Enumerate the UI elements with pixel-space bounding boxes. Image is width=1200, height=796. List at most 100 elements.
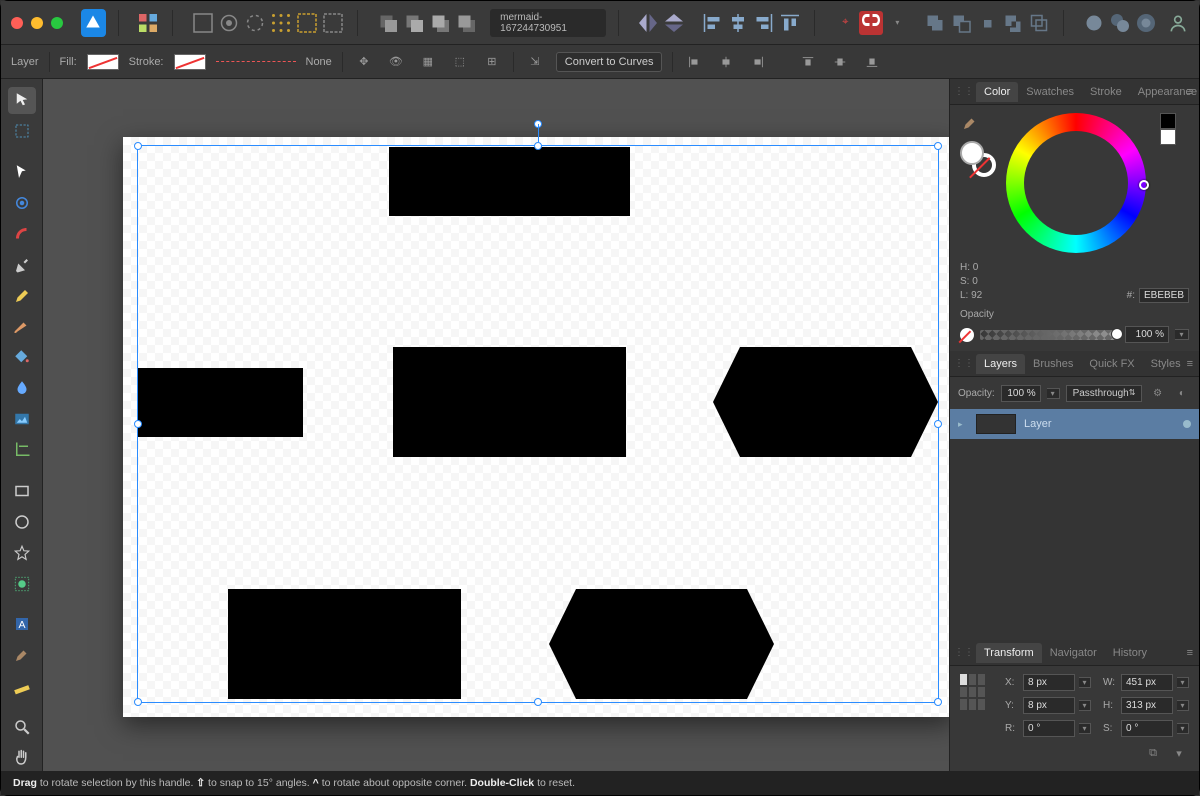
- sl-handle[interactable]: [1044, 207, 1054, 217]
- s-stepper-icon[interactable]: ▾: [1177, 723, 1189, 734]
- show-alignment-icon[interactable]: ⊞: [481, 51, 503, 73]
- align-right-icon[interactable]: [752, 11, 776, 35]
- opacity-input[interactable]: [1125, 326, 1169, 343]
- layer-settings-icon[interactable]: ⚙: [1148, 383, 1166, 403]
- persona-switch-icon[interactable]: [136, 11, 160, 35]
- arrange-frontone-icon[interactable]: [428, 11, 452, 35]
- transform-r-input[interactable]: [1023, 720, 1075, 737]
- selection-box[interactable]: [137, 145, 939, 703]
- fill-tool[interactable]: [8, 344, 36, 371]
- tab-swatches[interactable]: Swatches: [1018, 82, 1082, 102]
- selection-handle-tr[interactable]: [934, 142, 942, 150]
- selection-handle-bl[interactable]: [134, 698, 142, 706]
- snapping-menu-icon[interactable]: ▾: [885, 11, 909, 35]
- noise-toggle-icon[interactable]: [960, 328, 974, 342]
- transform-panel-menu-icon[interactable]: ≡: [1187, 647, 1193, 659]
- tab-history[interactable]: History: [1105, 643, 1155, 663]
- align-bottom-ctx-icon[interactable]: [861, 51, 883, 73]
- text-tool[interactable]: A: [8, 611, 36, 638]
- arrange-backone-icon[interactable]: [402, 11, 426, 35]
- pen-tool[interactable]: [8, 251, 36, 278]
- insert-target-icon[interactable]: [1082, 11, 1106, 35]
- tab-stroke[interactable]: Stroke: [1082, 82, 1130, 102]
- h-stepper-icon[interactable]: ▾: [1177, 700, 1189, 711]
- blend-mode-select[interactable]: Passthrough⇅: [1066, 385, 1143, 402]
- bool-divide-icon[interactable]: [1027, 11, 1051, 35]
- canvas[interactable]: [43, 79, 949, 771]
- measure-tool[interactable]: [8, 673, 36, 700]
- tab-transform[interactable]: Transform: [976, 643, 1042, 663]
- pan-tool[interactable]: [8, 744, 36, 771]
- panel-drag-icon[interactable]: ⋮⋮: [954, 358, 974, 369]
- transform-mode-icon[interactable]: ▦: [417, 51, 439, 73]
- panel-drag-icon[interactable]: ⋮⋮: [954, 647, 974, 658]
- toggle-grid-icon[interactable]: [269, 11, 293, 35]
- tab-color[interactable]: Color: [976, 82, 1018, 102]
- tab-brushes[interactable]: Brushes: [1025, 354, 1081, 374]
- crop-tool[interactable]: [8, 437, 36, 464]
- pencil-tool[interactable]: [8, 282, 36, 309]
- selection-handle-mr[interactable]: [934, 420, 942, 428]
- selection-handle-br[interactable]: [934, 698, 942, 706]
- tab-quickfx[interactable]: Quick FX: [1081, 354, 1142, 374]
- tab-layers[interactable]: Layers: [976, 354, 1025, 374]
- snapping-on-icon[interactable]: [859, 11, 883, 35]
- defaults-sync-icon[interactable]: [217, 11, 241, 35]
- y-stepper-icon[interactable]: ▾: [1079, 700, 1091, 711]
- fill-color-swatch[interactable]: [960, 141, 984, 165]
- align-left-ctx-icon[interactable]: [683, 51, 705, 73]
- bool-intersect-icon[interactable]: [975, 11, 999, 35]
- artboard-tool[interactable]: [8, 118, 36, 145]
- align-top-icon[interactable]: [778, 11, 802, 35]
- rectangle-tool[interactable]: [8, 477, 36, 504]
- opacity-slider-handle[interactable]: [1111, 328, 1123, 340]
- star-tool[interactable]: [8, 539, 36, 566]
- place-image-tool[interactable]: [8, 406, 36, 433]
- layer-opacity-input[interactable]: [1001, 385, 1041, 402]
- layers-panel-menu-icon[interactable]: ≡: [1187, 358, 1193, 370]
- align-hcenter-icon[interactable]: [726, 11, 750, 35]
- flip-horizontal-icon[interactable]: [636, 11, 660, 35]
- color-picker-icon[interactable]: [960, 113, 980, 133]
- layer-opacity-stepper-icon[interactable]: ▾: [1047, 388, 1060, 399]
- link-dimensions-icon[interactable]: ⧉: [1143, 743, 1163, 763]
- selection-handle-ml[interactable]: [134, 420, 142, 428]
- layer-row[interactable]: ▸ Layer: [950, 409, 1199, 439]
- insert-inside-icon[interactable]: [1134, 11, 1158, 35]
- eyedropper-tool[interactable]: [8, 642, 36, 669]
- tab-styles[interactable]: Styles: [1143, 354, 1189, 374]
- layers-list[interactable]: ▸ Layer: [950, 409, 1199, 640]
- transform-s-input[interactable]: [1121, 720, 1173, 737]
- deselect-icon[interactable]: [321, 11, 345, 35]
- stroke-width-slider[interactable]: [216, 61, 296, 63]
- contour-tool[interactable]: [8, 189, 36, 216]
- align-top-ctx-icon[interactable]: [797, 51, 819, 73]
- selection-handle-tl[interactable]: [134, 142, 142, 150]
- bool-subtract-icon[interactable]: [949, 11, 973, 35]
- maximize-window-button[interactable]: [51, 17, 63, 29]
- w-stepper-icon[interactable]: ▾: [1177, 677, 1189, 688]
- zoom-tool[interactable]: [8, 713, 36, 740]
- align-right-ctx-icon[interactable]: [747, 51, 769, 73]
- transform-h-input[interactable]: [1121, 697, 1173, 714]
- fill-stroke-selector[interactable]: [960, 141, 996, 177]
- bool-add-icon[interactable]: [923, 11, 947, 35]
- arrange-front-icon[interactable]: [454, 11, 478, 35]
- ellipse-tool[interactable]: [8, 508, 36, 535]
- anchor-grid[interactable]: [960, 674, 985, 710]
- align-center-ctx-icon[interactable]: [715, 51, 737, 73]
- defaults-revert-icon[interactable]: [243, 11, 267, 35]
- move-tool[interactable]: [8, 87, 36, 114]
- view-mode-icon[interactable]: [191, 11, 215, 35]
- close-window-button[interactable]: [11, 17, 23, 29]
- fill-swatch[interactable]: [87, 54, 119, 70]
- document-tab[interactable]: mermaid-167244730951: [490, 9, 605, 37]
- panel-drag-icon[interactable]: ⋮⋮: [954, 86, 974, 97]
- corner-tool[interactable]: [8, 220, 36, 247]
- layer-visibility-icon[interactable]: [1183, 420, 1191, 428]
- snapping-toggle-icon[interactable]: ⌖: [833, 11, 857, 35]
- selection-handle-bm[interactable]: [534, 698, 542, 706]
- hex-input[interactable]: [1139, 288, 1189, 303]
- arrange-back-icon[interactable]: [376, 11, 400, 35]
- convert-to-curves-button[interactable]: Convert to Curves: [556, 52, 663, 72]
